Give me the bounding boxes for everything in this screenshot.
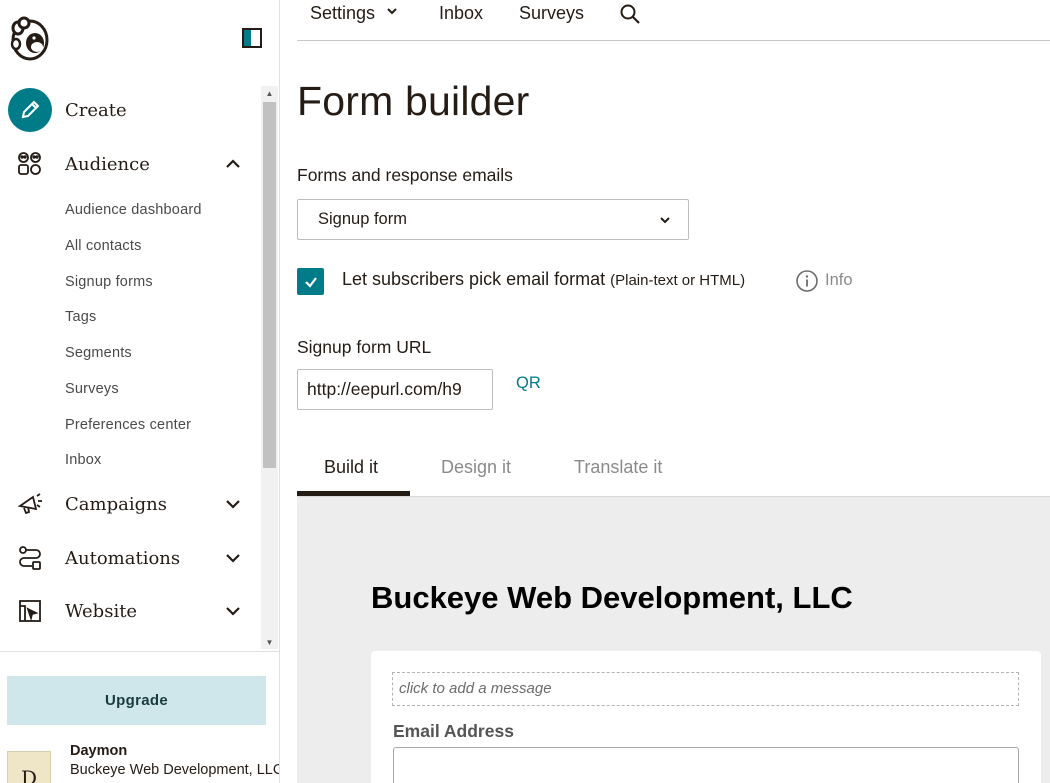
nav-website[interactable]: Website: [0, 587, 262, 635]
mailchimp-logo-icon[interactable]: [8, 16, 52, 62]
chevron-down-icon[interactable]: [224, 549, 242, 567]
nav-create[interactable]: Create: [0, 86, 262, 134]
url-label: Signup form URL: [297, 337, 432, 357]
upgrade-button[interactable]: Upgrade: [7, 676, 266, 725]
sidebar-scrollbar[interactable]: ▲ ▼: [261, 86, 278, 649]
form-preview: Buckeye Web Development, LLC click to ad…: [297, 497, 1050, 783]
user-name: Daymon: [70, 743, 128, 759]
nav-preferences-center[interactable]: Preferences center: [65, 417, 191, 433]
chevron-down-icon[interactable]: [224, 602, 242, 620]
sidebar-footer: Upgrade D Daymon Buckeye Web Development…: [0, 651, 280, 783]
preview-org-name[interactable]: Buckeye Web Development, LLC: [371, 580, 853, 616]
sidebar-nav: Create Audience Audience dashboard All c…: [0, 86, 262, 649]
user-org: Buckeye Web Development, LLC: [70, 762, 280, 778]
forms-label: Forms and response emails: [297, 165, 513, 185]
megaphone-icon: [8, 482, 52, 526]
nav-audience[interactable]: Audience: [0, 140, 262, 188]
page-title: Form builder: [297, 78, 530, 124]
signup-url-field[interactable]: [297, 369, 493, 410]
nav-create-label: Create: [65, 99, 127, 121]
nav-audience-label: Audience: [65, 153, 150, 175]
nav-website-label: Website: [65, 600, 138, 622]
email-format-label: Let subscribers pick email format (Plain…: [342, 269, 745, 290]
chevron-up-icon[interactable]: [224, 155, 242, 173]
checkmark-icon: [304, 276, 317, 288]
email-address-field[interactable]: [393, 747, 1019, 783]
chevron-down-icon[interactable]: [224, 495, 242, 513]
form-select-value: Signup form: [318, 210, 407, 228]
automations-icon: [8, 536, 52, 580]
top-nav-settings-label: Settings: [310, 3, 376, 23]
create-icon: [8, 88, 52, 132]
top-nav: Settings Inbox Surveys: [297, 0, 1050, 41]
top-nav-settings[interactable]: Settings: [310, 3, 398, 24]
email-format-label-note: (Plain-text or HTML): [610, 272, 746, 289]
add-message-area[interactable]: click to add a message: [392, 672, 1019, 706]
audience-icon: [8, 142, 52, 186]
website-icon: [8, 589, 52, 633]
info-link[interactable]: Info: [825, 271, 853, 290]
nav-audience-dashboard[interactable]: Audience dashboard: [65, 202, 202, 218]
scroll-up-arrow-icon[interactable]: ▲: [261, 86, 278, 100]
nav-signup-forms[interactable]: Signup forms: [65, 274, 153, 290]
scrollbar-thumb[interactable]: [263, 102, 276, 468]
chevron-down-icon: [660, 217, 670, 224]
nav-surveys[interactable]: Surveys: [65, 381, 119, 397]
preview-form-card: click to add a message Email Address: [371, 651, 1041, 783]
top-nav-inbox[interactable]: Inbox: [439, 3, 483, 24]
info-icon[interactable]: [795, 269, 819, 293]
sidebar-toggle-fill: [244, 30, 251, 46]
email-format-checkbox[interactable]: [297, 268, 324, 295]
sidebar-toggle-button[interactable]: [242, 28, 262, 48]
top-nav-surveys[interactable]: Surveys: [519, 3, 584, 24]
search-icon[interactable]: [619, 3, 641, 25]
form-select[interactable]: Signup form: [297, 199, 689, 240]
nav-tags[interactable]: Tags: [65, 309, 96, 325]
nav-automations[interactable]: Automations: [0, 534, 262, 582]
active-tab-indicator: [297, 491, 410, 496]
nav-automations-label: Automations: [65, 547, 181, 569]
nav-segments[interactable]: Segments: [65, 345, 132, 361]
tab-design-it[interactable]: Design it: [441, 457, 511, 478]
scroll-down-arrow-icon[interactable]: ▼: [261, 635, 278, 649]
form-builder-tabs: Build it Design it Translate it: [297, 447, 1050, 497]
tab-translate-it[interactable]: Translate it: [574, 457, 662, 478]
nav-campaigns-label: Campaigns: [65, 493, 167, 515]
sidebar: Create Audience Audience dashboard All c…: [0, 0, 280, 783]
nav-inbox[interactable]: Inbox: [65, 452, 101, 468]
nav-all-contacts[interactable]: All contacts: [65, 238, 142, 254]
email-format-label-text: Let subscribers pick email format: [342, 269, 606, 289]
chevron-down-icon: [387, 8, 397, 15]
qr-link[interactable]: QR: [516, 374, 541, 393]
nav-campaigns[interactable]: Campaigns: [0, 480, 262, 528]
email-address-label[interactable]: Email Address: [393, 721, 514, 742]
avatar[interactable]: D: [7, 751, 51, 783]
tab-build-it[interactable]: Build it: [324, 457, 378, 478]
